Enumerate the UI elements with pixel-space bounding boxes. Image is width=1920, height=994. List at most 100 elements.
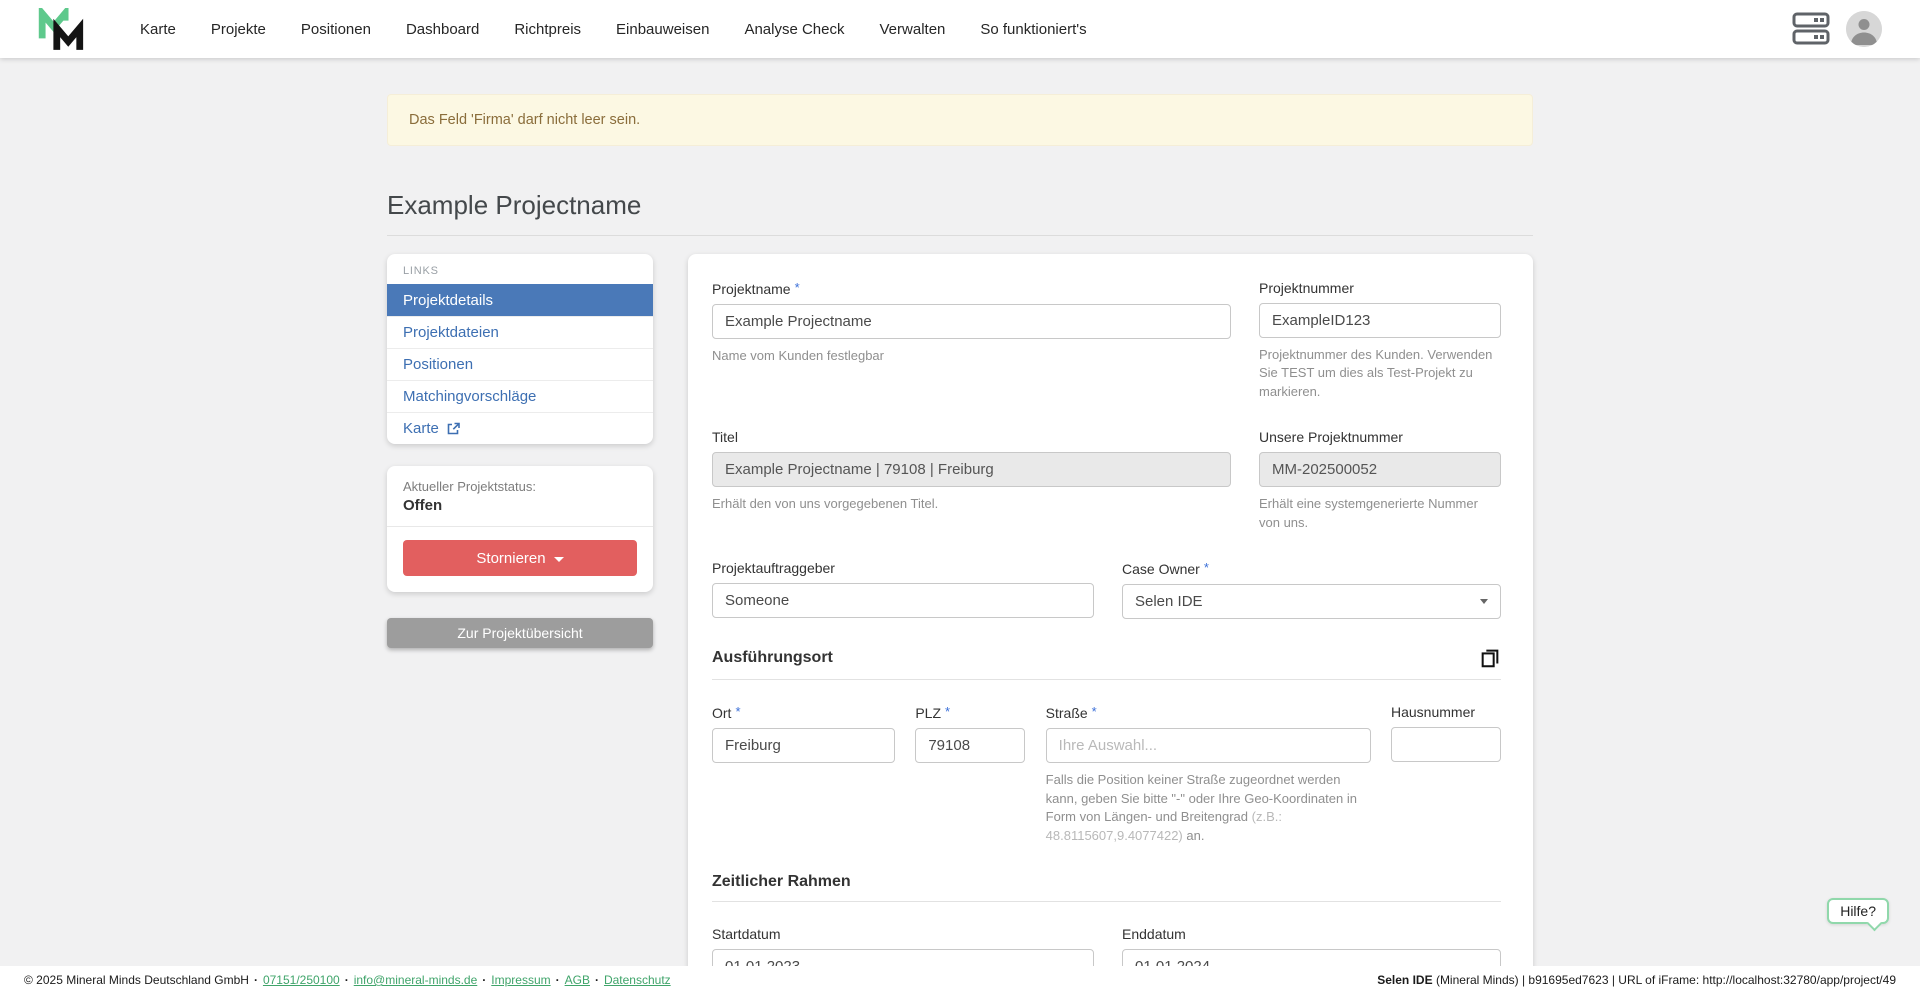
footer-left: © 2025 Mineral Minds Deutschland GmbH · … — [24, 973, 671, 987]
unsere-projektnummer-label: Unsere Projektnummer — [1259, 429, 1501, 445]
case-owner-selected-value: Selen IDE — [1135, 593, 1203, 610]
select-caret-icon — [1480, 599, 1488, 604]
nav-item-positionen[interactable]: Positionen — [301, 21, 371, 38]
alert-message: Das Feld 'Firma' darf nicht leer sein. — [409, 112, 640, 128]
footer-separator: · — [556, 973, 560, 987]
cancel-button-label: Stornieren — [476, 550, 545, 567]
footer-link-impressum[interactable]: Impressum — [491, 973, 550, 987]
hausnummer-label: Hausnummer — [1391, 704, 1501, 720]
ort-label: Ort* — [712, 704, 895, 721]
status-label: Aktueller Projektstatus: — [403, 479, 637, 494]
session-details: (Mineral Minds) | b91695ed7623 | URL of … — [1433, 973, 1896, 987]
footer-separator: · — [345, 973, 349, 987]
back-to-overview-button[interactable]: Zur Projektübersicht — [387, 618, 653, 648]
footer-separator: · — [595, 973, 599, 987]
sidebar-item-karte[interactable]: Karte — [387, 412, 653, 444]
footer-link-agb[interactable]: AGB — [565, 973, 590, 987]
nav-item-dashboard[interactable]: Dashboard — [406, 21, 479, 38]
hausnummer-input[interactable] — [1391, 727, 1501, 762]
footer-link-datenschutz[interactable]: Datenschutz — [604, 973, 671, 987]
projektname-helper: Name vom Kunden festlegbar — [712, 347, 1231, 365]
projektnummer-label: Projektnummer — [1259, 280, 1501, 296]
nav-item-richtpreis[interactable]: Richtpreis — [514, 21, 581, 38]
copy-icon — [1479, 647, 1501, 669]
sidebar-item-projektdetails[interactable]: Projektdetails — [387, 284, 653, 316]
status-divider — [387, 526, 653, 527]
nav-item-projekte[interactable]: Projekte — [211, 21, 266, 38]
sidebar-item-label: Positionen — [403, 356, 473, 373]
nav-item-verwalten[interactable]: Verwalten — [880, 21, 946, 38]
main-navigation: Karte Projekte Positionen Dashboard Rich… — [140, 21, 1791, 38]
status-value: Offen — [403, 497, 637, 514]
footer-session-info: Selen IDE (Mineral Minds) | b91695ed7623… — [1377, 973, 1896, 987]
cancel-project-button[interactable]: Stornieren — [403, 540, 637, 576]
help-button[interactable]: Hilfe? — [1827, 898, 1889, 924]
footer-separator: · — [482, 973, 486, 987]
section-divider — [712, 901, 1501, 902]
footer-link-email[interactable]: info@mineral-minds.de — [354, 973, 478, 987]
page-title: Example Projectname — [387, 190, 1533, 221]
footer-copyright: © 2025 Mineral Minds Deutschland GmbH — [24, 973, 249, 987]
sidebar: LINKS Projektdetails Projektdateien Posi… — [387, 254, 653, 648]
plz-label: PLZ* — [915, 704, 1025, 721]
titel-input — [712, 452, 1231, 487]
avatar-icon — [1846, 11, 1882, 47]
startdatum-input[interactable] — [712, 949, 1094, 966]
footer: © 2025 Mineral Minds Deutschland GmbH · … — [0, 966, 1920, 994]
strasse-label: Straße* — [1046, 704, 1371, 721]
sidebar-item-label: Projektdateien — [403, 324, 499, 341]
links-card: LINKS Projektdetails Projektdateien Posi… — [387, 254, 653, 444]
case-owner-select[interactable]: Selen IDE — [1122, 584, 1501, 619]
mineral-minds-logo[interactable] — [38, 8, 86, 50]
sidebar-item-label: Matchingvorschläge — [403, 388, 536, 405]
required-asterisk: * — [795, 280, 800, 295]
sidebar-item-matchingvorschlaege[interactable]: Matchingvorschläge — [387, 380, 653, 412]
strasse-helper: Falls die Position keiner Straße zugeord… — [1046, 771, 1371, 845]
session-owner: Selen IDE — [1377, 973, 1432, 987]
links-header: LINKS — [387, 254, 653, 284]
sidebar-item-positionen[interactable]: Positionen — [387, 348, 653, 380]
projektnummer-input[interactable] — [1259, 303, 1501, 338]
sidebar-item-label: Karte — [403, 420, 439, 437]
sidebar-item-label: Projektdetails — [403, 292, 493, 309]
enddatum-input[interactable] — [1122, 949, 1501, 966]
caret-down-icon — [554, 557, 564, 562]
projektname-label: Projektname* — [712, 280, 1231, 297]
enddatum-label: Enddatum — [1122, 926, 1501, 942]
nav-item-so-funktionierts[interactable]: So funktioniert's — [980, 21, 1086, 38]
top-navbar: Karte Projekte Positionen Dashboard Rich… — [0, 0, 1920, 58]
unsere-projektnummer-helper: Erhält eine systemgenerierte Nummer von … — [1259, 495, 1501, 532]
footer-separator: · — [254, 973, 258, 987]
mineral-minds-logo-icon — [38, 8, 86, 50]
title-divider — [387, 235, 1533, 236]
project-form-card: Projektname* Name vom Kunden festlegbar … — [688, 254, 1533, 966]
unsere-projektnummer-input — [1259, 452, 1501, 487]
projektnummer-helper: Projektnummer des Kunden. Verwenden Sie … — [1259, 346, 1501, 401]
strasse-input[interactable] — [1046, 728, 1371, 763]
footer-link-phone[interactable]: 07151/250100 — [263, 973, 340, 987]
plz-input[interactable] — [915, 728, 1025, 763]
validation-alert: Das Feld 'Firma' darf nicht leer sein. — [387, 94, 1533, 146]
section-divider — [712, 679, 1501, 680]
status-card: Aktueller Projektstatus: Offen Storniere… — [387, 466, 653, 592]
section-title-ausfuehrungsort: Ausführungsort — [712, 649, 833, 667]
case-owner-label: Case Owner* — [1122, 560, 1501, 577]
user-avatar[interactable] — [1846, 11, 1882, 47]
required-asterisk: * — [1204, 560, 1209, 575]
projektname-input[interactable] — [712, 304, 1231, 339]
nav-item-einbauweisen[interactable]: Einbauweisen — [616, 21, 709, 38]
projektauftraggeber-input[interactable] — [712, 583, 1094, 618]
ort-input[interactable] — [712, 728, 895, 763]
nav-item-analyse-check[interactable]: Analyse Check — [744, 21, 844, 38]
required-asterisk: * — [1092, 704, 1097, 719]
navbar-actions — [1791, 11, 1882, 47]
startdatum-label: Startdatum — [712, 926, 1094, 942]
required-asterisk: * — [945, 704, 950, 719]
server-stack-icon[interactable] — [1791, 11, 1831, 47]
nav-item-karte[interactable]: Karte — [140, 21, 176, 38]
section-title-zeitlicher-rahmen: Zeitlicher Rahmen — [712, 873, 851, 891]
sidebar-item-projektdateien[interactable]: Projektdateien — [387, 316, 653, 348]
main-content: Das Feld 'Firma' darf nicht leer sein. E… — [0, 58, 1920, 966]
external-link-icon — [447, 422, 460, 435]
copy-address-button[interactable] — [1479, 647, 1501, 669]
